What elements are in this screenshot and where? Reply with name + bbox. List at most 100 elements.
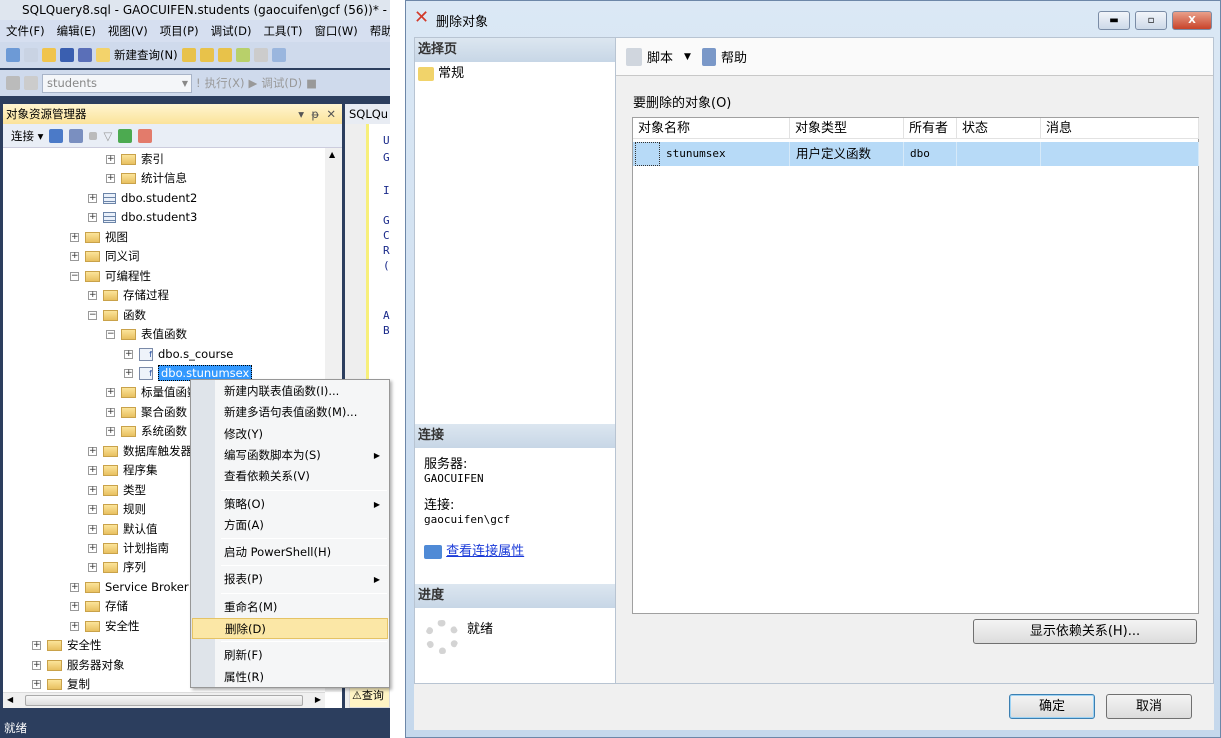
copy-icon[interactable] xyxy=(271,48,286,62)
context-menu-item[interactable]: 修改(Y) xyxy=(192,424,388,445)
tree-node[interactable]: + 服务器对象 xyxy=(32,656,125,675)
menu-item[interactable]: 窗口(W) xyxy=(308,20,363,42)
scroll-right-icon[interactable]: ▶ xyxy=(315,695,321,704)
context-menu-item[interactable]: 报表(P) ▶ xyxy=(192,569,388,590)
tree-node[interactable]: + Service Broker xyxy=(70,578,189,597)
expand-icon[interactable]: + xyxy=(70,602,79,612)
tree-node[interactable]: + 复制 xyxy=(32,675,90,692)
column-header[interactable]: 对象名称 xyxy=(633,118,790,139)
expand-icon[interactable]: + xyxy=(88,291,97,301)
cancel-button[interactable]: 取消 xyxy=(1106,694,1192,719)
ok-button[interactable]: 确定 xyxy=(1009,694,1095,719)
show-dependencies-button[interactable]: 显示依赖关系(H)... xyxy=(973,619,1197,644)
tree-node[interactable]: + 索引 xyxy=(106,150,164,169)
expand-icon[interactable]: + xyxy=(88,446,97,456)
menu-item[interactable]: 文件(F) xyxy=(0,20,51,42)
scroll-left-icon[interactable]: ◀ xyxy=(7,695,13,704)
tree-node[interactable]: + 规则 xyxy=(88,500,146,519)
menu-item[interactable]: 工具(T) xyxy=(257,20,308,42)
close-icon[interactable]: ✕ xyxy=(326,107,336,121)
scroll-thumb[interactable] xyxy=(25,695,303,706)
context-menu-item[interactable]: 刷新(F) xyxy=(192,645,388,666)
new-query-button[interactable]: 新建查询(N) xyxy=(114,47,178,63)
menu-item[interactable]: 编辑(E) xyxy=(51,20,102,42)
tree-node[interactable]: + dbo.student2 xyxy=(88,189,197,208)
change-connection-icon[interactable] xyxy=(24,76,38,90)
context-menu-item[interactable]: 删除(D) xyxy=(192,618,388,639)
expand-icon[interactable]: + xyxy=(88,213,97,223)
column-header[interactable]: 对象类型 xyxy=(790,118,904,139)
tree-node[interactable]: + 存储 xyxy=(70,597,128,616)
connect-button[interactable]: 连接 ▾ xyxy=(11,128,43,144)
expand-icon[interactable]: + xyxy=(32,680,41,690)
tree-node[interactable]: − 可编程性 xyxy=(70,267,151,286)
close-button[interactable]: X xyxy=(1172,11,1212,30)
expand-icon[interactable]: + xyxy=(32,660,41,670)
menu-item[interactable]: 调试(D) xyxy=(205,20,258,42)
context-menu-item[interactable]: 启动 PowerShell(H) xyxy=(192,542,388,563)
expand-icon[interactable]: + xyxy=(88,563,97,573)
context-menu-item[interactable]: 新建多语句表值函数(M)... xyxy=(192,402,388,423)
expand-icon[interactable]: + xyxy=(88,485,97,495)
expand-icon[interactable]: + xyxy=(88,524,97,534)
open-file-icon[interactable] xyxy=(42,48,56,62)
refresh-icon[interactable] xyxy=(118,128,133,143)
page-general[interactable]: 常规 xyxy=(418,62,464,81)
expand-icon[interactable]: + xyxy=(70,621,79,631)
column-header[interactable]: 状态 xyxy=(957,118,1041,139)
tree-node[interactable]: + 安全性 xyxy=(32,636,102,655)
disconnect-icon[interactable] xyxy=(69,128,84,143)
collapse-icon[interactable]: − xyxy=(88,310,97,320)
pin-icon[interactable]: ᵽ xyxy=(311,107,319,121)
expand-icon[interactable]: + xyxy=(88,466,97,476)
connect-icon[interactable] xyxy=(6,76,20,90)
expand-icon[interactable]: + xyxy=(88,505,97,515)
grid-cell-message[interactable] xyxy=(1041,142,1199,166)
collapse-icon[interactable]: − xyxy=(70,271,79,281)
add-item-icon[interactable] xyxy=(24,48,38,62)
dmx-query-icon[interactable] xyxy=(217,48,232,62)
database-select[interactable]: students ▼ xyxy=(42,73,192,93)
new-project-icon[interactable] xyxy=(6,48,20,62)
context-menu-item[interactable]: 查看依赖关系(V) xyxy=(192,466,388,487)
dropdown-icon[interactable]: ▾ xyxy=(298,107,304,121)
row-selector[interactable] xyxy=(635,142,660,166)
expand-icon[interactable]: + xyxy=(124,349,133,359)
script-button[interactable]: 脚本 xyxy=(647,47,673,66)
tree-node[interactable]: + 默认值 xyxy=(88,520,158,539)
expand-icon[interactable]: + xyxy=(106,388,115,398)
context-menu-item[interactable]: 属性(R) xyxy=(192,667,388,688)
tree-node[interactable]: + 程序集 xyxy=(88,461,158,480)
grid-cell-owner[interactable]: dbo xyxy=(904,142,957,166)
tree-node[interactable]: + f dbo.s_course xyxy=(124,345,233,364)
xmla-query-icon[interactable] xyxy=(235,48,250,62)
tree-node[interactable]: + 同义词 xyxy=(70,247,140,266)
help-button[interactable]: 帮助 xyxy=(721,47,747,66)
save-icon[interactable] xyxy=(60,48,74,62)
stop-icon[interactable] xyxy=(89,131,98,140)
stop-icon[interactable]: ■ xyxy=(306,76,317,90)
expand-icon[interactable]: + xyxy=(88,544,97,553)
expand-icon[interactable]: + xyxy=(124,368,133,378)
tree-node[interactable]: + 序列 xyxy=(88,558,146,577)
tree-node[interactable]: + 标量值函数 xyxy=(106,383,199,402)
script-dropdown-icon[interactable]: ▼ xyxy=(684,52,691,62)
tree-node[interactable]: − 表值函数 xyxy=(106,325,187,344)
tree-node[interactable]: + 存储过程 xyxy=(88,286,169,305)
connect-server-icon[interactable] xyxy=(49,128,64,143)
tree-node[interactable]: + 计划指南 xyxy=(88,539,169,558)
tree-node[interactable]: + 视图 xyxy=(70,228,128,247)
column-header[interactable]: 所有者 xyxy=(904,118,957,139)
menu-item[interactable]: 帮助(H) xyxy=(364,20,390,42)
minimize-button[interactable]: ▬ xyxy=(1098,11,1130,30)
debug-button[interactable]: 调试(D) xyxy=(261,75,302,91)
expand-icon[interactable]: + xyxy=(106,407,115,417)
grid-cell-type[interactable]: 用户定义函数 xyxy=(790,142,904,166)
tree-node[interactable]: + 系统函数 xyxy=(106,422,187,441)
tree-node[interactable]: + 数据库触发器 xyxy=(88,442,192,461)
scroll-up-icon[interactable]: ▲ xyxy=(329,150,335,159)
tree-node[interactable]: + 聚合函数 xyxy=(106,403,187,422)
expand-icon[interactable]: + xyxy=(106,427,115,437)
context-menu-item[interactable]: 策略(O) ▶ xyxy=(192,494,388,515)
expand-icon[interactable]: + xyxy=(70,252,79,262)
